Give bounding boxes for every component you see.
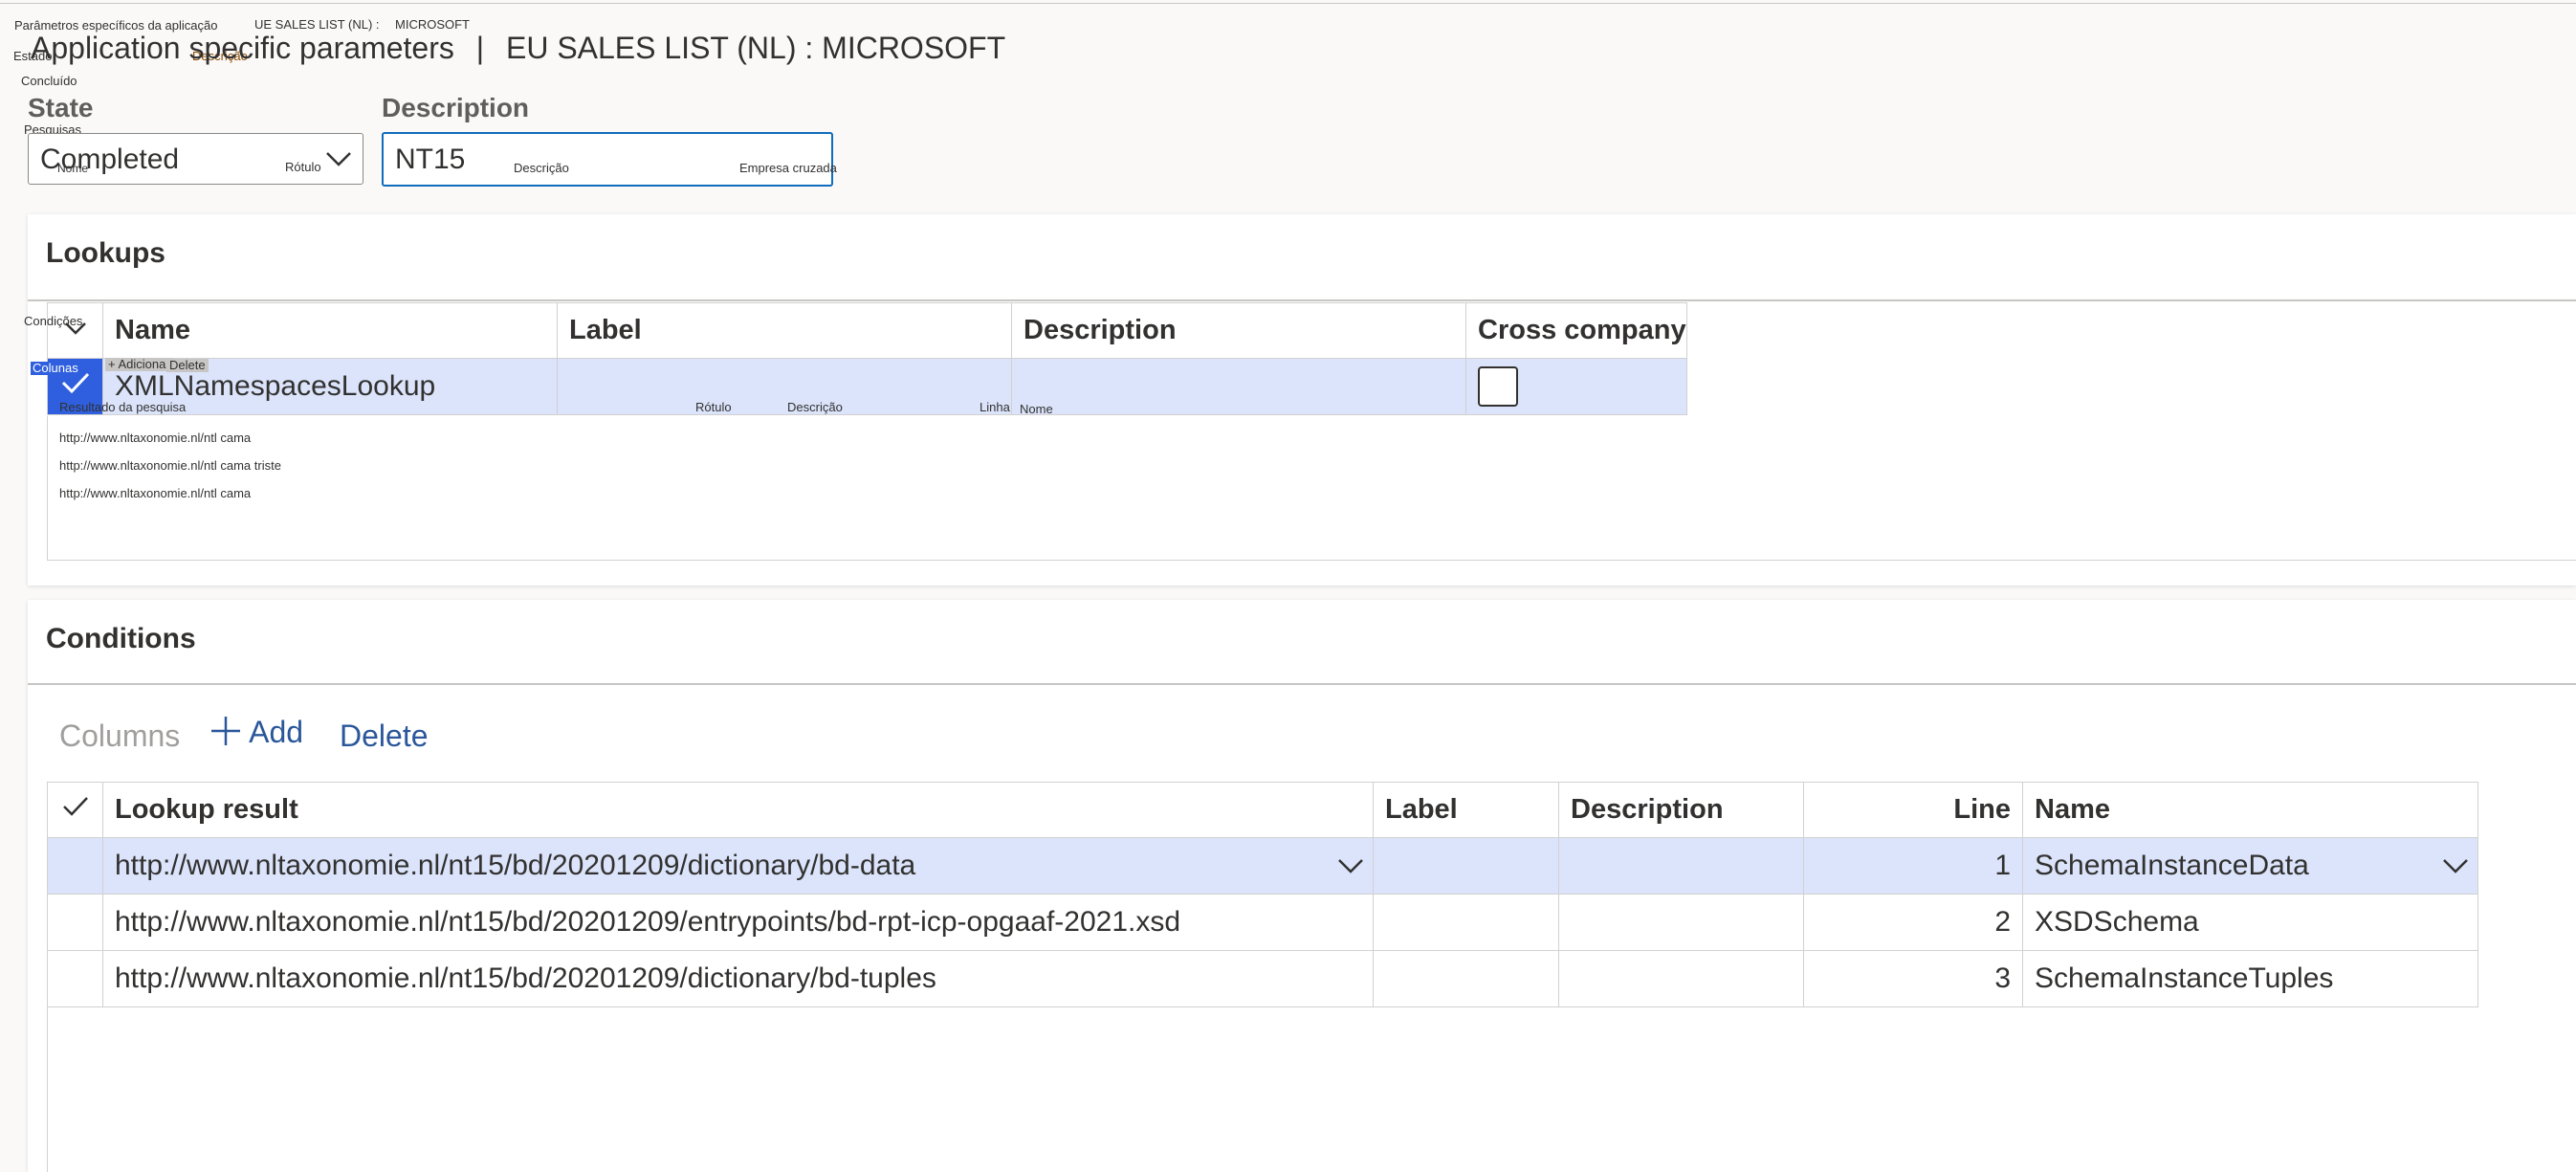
lookup-label-cell[interactable] — [557, 358, 1012, 415]
add-button[interactable]: Add — [209, 715, 303, 750]
description-value: NT15 — [395, 144, 466, 175]
table-row[interactable]: http://www.nltaxonomie.nl/nt15/bd/202012… — [47, 837, 2478, 895]
lookup-result-value: http://www.nltaxonomie.nl/nt15/bd/202012… — [115, 850, 916, 881]
overlay-url3: http://www.nltaxonomie.nl/ntl cama — [59, 486, 252, 500]
overlay-nome2: Nome — [1020, 402, 1053, 416]
col-lookup-result-header[interactable]: Lookup result — [102, 782, 1374, 838]
overlay-adicionar: + Adicionar — [105, 358, 173, 371]
cross-company-checkbox[interactable] — [1478, 366, 1518, 407]
row-select-cell[interactable] — [47, 950, 103, 1007]
chevron-down-icon — [326, 152, 351, 166]
description-label: Description — [382, 93, 530, 122]
line-cell[interactable]: 1 — [1803, 837, 2023, 895]
state-label: State — [28, 93, 94, 122]
lookups-panel: Lookups Name Label Description Cross com… — [28, 214, 2576, 586]
top-border — [0, 3, 2576, 4]
lookup-cross-company-cell[interactable] — [1465, 358, 1687, 415]
overlay-rotulo: Rótulo — [285, 160, 321, 174]
name-cell[interactable]: SchemaInstanceTuples — [2022, 950, 2478, 1007]
line-cell[interactable]: 2 — [1803, 894, 2023, 951]
overlay-delete: Delete — [166, 359, 209, 372]
line-cell[interactable]: 3 — [1803, 950, 2023, 1007]
select-all-header[interactable] — [47, 302, 103, 359]
chevron-down-icon[interactable] — [1336, 855, 1365, 876]
title-separator: | — [475, 31, 485, 65]
lookups-title: Lookups — [46, 237, 165, 269]
overlay-descricao2: Descrição — [514, 161, 569, 175]
col-line-header[interactable]: Line — [1803, 782, 2023, 838]
col-name-header[interactable]: Name — [102, 302, 558, 359]
checkmark-icon — [62, 797, 88, 816]
row-select-cell[interactable] — [47, 837, 103, 895]
label-cell[interactable] — [1373, 894, 1559, 951]
conditions-header-row: Lookup result Label Description Line Nam… — [47, 782, 2478, 838]
conditions-grid: Lookup result Label Description Line Nam… — [47, 782, 2478, 1007]
overlay-rotulo2: Rótulo — [695, 400, 732, 414]
lookups-grid: Name Label Description Cross company XML… — [47, 302, 1687, 415]
label-cell[interactable] — [1373, 837, 1559, 895]
lookups-divider — [28, 299, 2576, 301]
conditions-divider — [28, 683, 2576, 685]
col-label-header[interactable]: Label — [1373, 782, 1559, 838]
overlay-concluido: Concluído — [21, 74, 77, 88]
page-subtitle: EU SALES LIST (NL) : MICROSOFT — [505, 31, 1006, 65]
overlay-descricao3: Descrição — [787, 400, 843, 414]
add-label: Add — [249, 715, 304, 749]
name-value: SchemaInstanceData — [2035, 850, 2309, 881]
table-row[interactable]: http://www.nltaxonomie.nl/nt15/bd/202012… — [47, 950, 2478, 1007]
overlay-resultado: Resultado da pesquisa — [59, 400, 187, 414]
overlay-url2: http://www.nltaxonomie.nl/ntl cama trist… — [59, 458, 281, 473]
lookup-result-cell[interactable]: http://www.nltaxonomie.nl/nt15/bd/202012… — [102, 894, 1374, 951]
chevron-down-icon[interactable] — [2441, 855, 2470, 876]
table-row[interactable]: http://www.nltaxonomie.nl/nt15/bd/202012… — [47, 894, 2478, 951]
description-cell[interactable] — [1558, 837, 1804, 895]
col-cross-company-header[interactable]: Cross company — [1465, 302, 1687, 359]
lookup-result-cell[interactable]: http://www.nltaxonomie.nl/nt15/bd/202012… — [102, 837, 1374, 895]
label-cell[interactable] — [1373, 950, 1559, 1007]
col-name-header[interactable]: Name — [2022, 782, 2478, 838]
columns-button[interactable]: Columns — [59, 719, 180, 754]
col-label-header[interactable]: Label — [557, 302, 1012, 359]
lookup-preview-area — [47, 416, 2576, 561]
lookup-result-cell[interactable]: http://www.nltaxonomie.nl/nt15/bd/202012… — [102, 950, 1374, 1007]
overlay-colunas: Colunas — [31, 361, 80, 375]
lookups-header-row: Name Label Description Cross company — [47, 302, 1687, 359]
overlay-empresa-cruzada: Empresa cruzada — [739, 161, 837, 175]
plus-icon — [211, 717, 240, 745]
page-header: Application specific parameters | EU SAL… — [31, 29, 1005, 67]
delete-button[interactable]: Delete — [340, 719, 429, 754]
name-cell[interactable]: SchemaInstanceData — [2022, 837, 2478, 895]
description-cell[interactable] — [1558, 894, 1804, 951]
col-description-header[interactable]: Description — [1011, 302, 1466, 359]
lookup-description-cell[interactable] — [1011, 358, 1466, 415]
table-row[interactable]: XMLNamespacesLookup — [47, 358, 1687, 415]
description-input[interactable]: NT15 — [382, 132, 833, 187]
select-all-header[interactable] — [47, 782, 103, 838]
description-cell[interactable] — [1558, 950, 1804, 1007]
overlay-nome: Nome — [57, 162, 89, 175]
row-select-cell[interactable] — [47, 894, 103, 951]
page-title: Application specific parameters — [31, 31, 454, 65]
overlay-linha: Linha — [980, 400, 1010, 414]
col-description-header[interactable]: Description — [1558, 782, 1804, 838]
state-dropdown[interactable]: Completed — [28, 133, 363, 185]
conditions-panel: Conditions Columns Add Delete Lookup res… — [28, 600, 2576, 1172]
conditions-title: Conditions — [46, 623, 196, 654]
overlay-condicoes: Condições — [24, 314, 83, 328]
overlay-url1: http://www.nltaxonomie.nl/ntl cama — [59, 431, 252, 445]
name-cell[interactable]: XSDSchema — [2022, 894, 2478, 951]
